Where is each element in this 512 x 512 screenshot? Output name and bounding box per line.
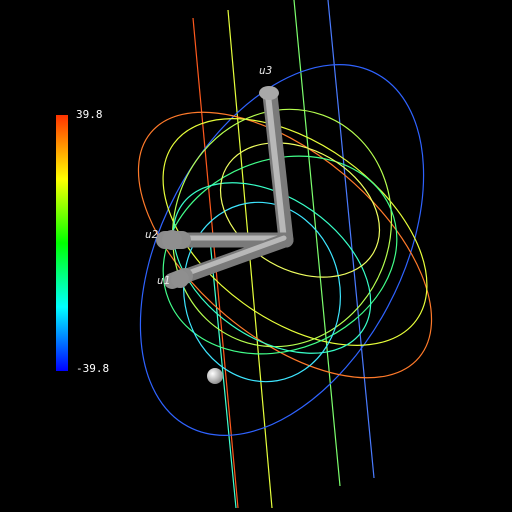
vertical-line-blue: [327, 0, 375, 479]
node-label-u2: u2: [145, 228, 159, 241]
joint-u1-cap[interactable]: [171, 270, 189, 288]
3d-viewport[interactable]: u3 u2 u1 39.8 -39.8: [0, 0, 512, 512]
joint-u2-cap[interactable]: [162, 230, 182, 250]
node-label-u1: u1: [157, 274, 170, 287]
joint-u3-cap[interactable]: [259, 86, 279, 100]
loop-teal: [172, 182, 372, 354]
ball-marker[interactable]: [207, 368, 223, 384]
loop-cyan: [183, 201, 341, 383]
colorbar-min-label: -39.8: [76, 362, 109, 375]
colorbar-max-label: 39.8: [76, 108, 103, 121]
node-label-u3: u3: [259, 64, 272, 77]
colorbar: 39.8 -39.8: [56, 108, 109, 375]
colorbar-gradient: [56, 115, 68, 371]
vertical-line-green: [293, 0, 341, 487]
vertical-lines: [192, 0, 375, 509]
loop-blue-outer: [139, 64, 425, 436]
scene-canvas[interactable]: u3 u2 u1 39.8 -39.8: [0, 0, 512, 512]
orbit-loops: [137, 64, 433, 436]
